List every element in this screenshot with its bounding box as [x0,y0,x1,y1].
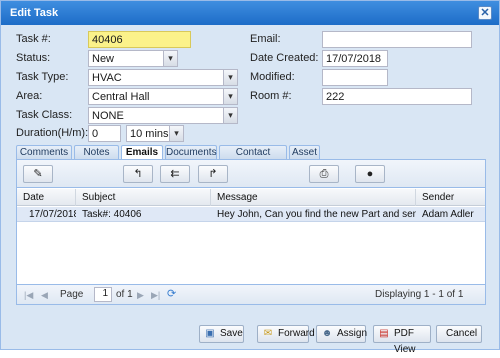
date-created-label: Date Created: [250,52,319,64]
duration-minutes-value: 10 mins [130,128,169,140]
task-type-label: Task Type: [16,71,69,83]
print-icon[interactable]: ⎙ [309,165,339,183]
chevron-down-icon[interactable]: ▾ [169,126,183,141]
column-date[interactable]: Date [17,189,76,206]
row-sender: Adam Adler [422,209,474,220]
pdf-view-button[interactable]: ▤ PDF View [373,325,431,355]
chevron-down-icon[interactable]: ▾ [223,108,237,123]
tab-documents[interactable]: Documents [165,145,217,159]
email-label: Email: [250,33,281,45]
status-value: New [92,53,115,65]
column-message[interactable]: Message [211,189,416,206]
page-number-input[interactable]: 1 [94,287,112,302]
task-type-value: HVAC [92,72,122,84]
cancel-button[interactable]: Cancel [436,325,482,343]
emails-panel: ✎ ↰ ⇇ ↱ ⎙ ● Date Subject Message Sender … [16,159,486,305]
area-label: Area: [16,90,43,102]
last-page-icon[interactable]: ▶| [151,289,160,301]
edit-task-window: Edit Task ✕ Task #: 40406 Status: New ▾ … [0,0,500,355]
tab-notes[interactable]: Notes [74,145,119,159]
forward-button[interactable]: ✉ Forward [257,325,315,343]
modified-label: Modified: [250,71,295,83]
displaying-status: Displaying 1 - 1 of 1 [375,289,464,300]
tab-emails[interactable]: Emails [121,145,163,160]
row-date: 17/07/2018 [29,209,76,220]
first-page-icon[interactable]: |◀ [24,289,33,301]
task-class-select[interactable]: NONE ▾ [88,107,238,124]
forward-icon: ✉ [263,328,273,339]
refresh-icon[interactable]: ⟳ [167,288,176,300]
column-subject[interactable]: Subject [76,189,211,206]
status-label: Status: [16,52,51,64]
assign-button[interactable]: ☻ Assign [316,325,367,343]
task-number-label: Task #: [16,33,51,45]
paging-toolbar: |◀ ◀ Page 1 of 1 ▶ ▶| ⟳ Displaying 1 - 1… [17,284,485,304]
tab-asset[interactable]: Asset [289,145,320,159]
email-field[interactable] [322,31,472,48]
grid-header: Date Subject Message Sender [17,189,485,206]
page-count-label: of 1 [116,289,133,300]
pdf-icon: ▤ [379,328,389,339]
title-bar[interactable]: Edit Task ✕ [1,1,499,25]
column-sender[interactable]: Sender [416,189,485,206]
reply-icon[interactable]: ↰ [123,165,153,183]
page-label: Page [60,289,84,300]
modified-field[interactable] [322,69,388,86]
reply-all-icon[interactable]: ⇇ [160,165,190,183]
area-value: Central Hall [92,91,150,103]
emails-toolbar: ✎ ↰ ⇇ ↱ ⎙ ● [17,160,485,188]
row-message: Hey John, Can you find the new Part and … [217,209,416,220]
task-class-value: NONE [92,110,124,122]
prev-page-icon[interactable]: ◀ [41,289,48,301]
duration-label: Duration(H/m): [16,127,89,139]
room-label: Room #: [250,90,292,102]
tab-contact-details[interactable]: Contact Details [219,145,287,171]
save-button[interactable]: ▣ Save [199,325,244,343]
duration-hours-field[interactable]: 0 [88,125,121,142]
task-class-label: Task Class: [16,109,73,121]
next-page-icon[interactable]: ▶ [137,289,144,301]
chevron-down-icon[interactable]: ▾ [163,51,177,66]
status-select[interactable]: New ▾ [88,50,178,67]
assign-user-icon: ☻ [321,328,333,339]
task-number-field[interactable]: 40406 [88,31,191,48]
close-icon[interactable]: ✕ [478,6,492,20]
task-type-select[interactable]: HVAC ▾ [88,69,238,86]
area-select[interactable]: Central Hall ▾ [88,88,238,105]
window-title: Edit Task [10,7,59,19]
tab-comments[interactable]: Comments [16,145,72,159]
chevron-down-icon[interactable]: ▾ [223,70,237,85]
contact-icon[interactable]: ● [355,165,385,183]
row-subject: Task#: 40406 [82,209,142,220]
room-field[interactable]: 222 [322,88,472,105]
date-created-field[interactable]: 17/07/2018 [322,50,388,67]
duration-minutes-select[interactable]: 10 mins ▾ [126,125,184,142]
chevron-down-icon[interactable]: ▾ [223,89,237,104]
forward-icon[interactable]: ↱ [198,165,228,183]
save-icon: ▣ [205,328,215,339]
edit-icon[interactable]: ✎ [23,165,53,183]
table-row[interactable]: 17/07/2018 Task#: 40406 Hey John, Can yo… [17,207,485,222]
